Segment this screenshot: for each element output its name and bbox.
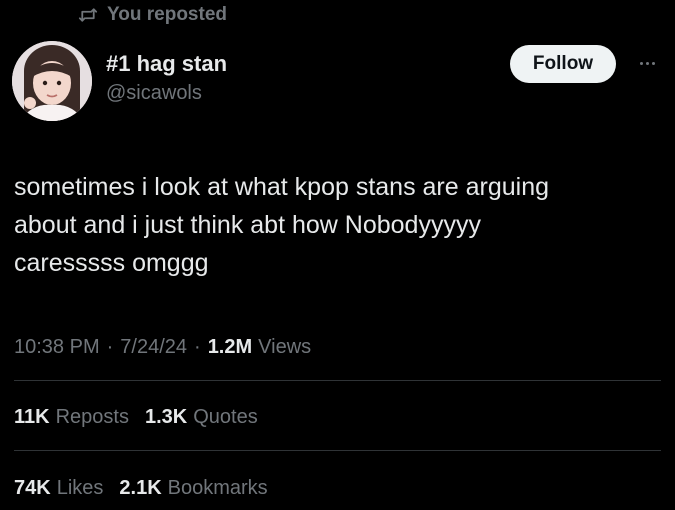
reposts-stat[interactable]: 11K Reposts bbox=[14, 406, 129, 429]
repost-label: You reposted bbox=[107, 4, 227, 25]
timestamp-date[interactable]: 7/24/24 bbox=[120, 336, 187, 359]
likes-label: Likes bbox=[56, 476, 104, 499]
engagement-stats-row: 11K Reposts 1.3K Quotes bbox=[14, 402, 258, 432]
bookmarks-stat[interactable]: 2.1K Bookmarks bbox=[119, 477, 267, 500]
avatar[interactable] bbox=[12, 41, 92, 121]
reposts-count: 11K bbox=[14, 405, 50, 428]
engagement-stats-row: 74K Likes 2.1K Bookmarks bbox=[14, 473, 268, 503]
more-options-icon[interactable] bbox=[634, 54, 660, 72]
views-label: Views bbox=[258, 335, 312, 358]
bookmarks-count: 2.1K bbox=[119, 476, 162, 499]
bookmarks-label: Bookmarks bbox=[167, 476, 268, 499]
reposts-label: Reposts bbox=[55, 405, 129, 428]
likes-stat[interactable]: 74K Likes bbox=[14, 477, 103, 500]
meta-separator: · bbox=[106, 335, 114, 358]
divider bbox=[14, 380, 661, 381]
display-name[interactable]: #1 hag stan bbox=[106, 50, 227, 78]
tweet-meta: 10:38 PM · 7/24/24 · 1.2M Views bbox=[14, 332, 311, 362]
repost-context[interactable]: You reposted bbox=[78, 2, 227, 28]
tweet-text: sometimes i look at what kpop stans are … bbox=[14, 173, 549, 277]
repost-icon bbox=[78, 6, 98, 24]
quotes-stat[interactable]: 1.3K Quotes bbox=[145, 406, 258, 429]
follow-button[interactable]: Follow bbox=[510, 45, 616, 83]
divider bbox=[14, 450, 661, 451]
quotes-count: 1.3K bbox=[144, 405, 188, 428]
username-handle[interactable]: @sicawols bbox=[106, 80, 227, 106]
views-count: 1.2M bbox=[207, 335, 253, 358]
quotes-label: Quotes bbox=[193, 405, 258, 428]
meta-separator: · bbox=[194, 335, 201, 358]
author-info: #1 hag stan @sicawols bbox=[106, 50, 227, 106]
timestamp-time[interactable]: 10:38 PM bbox=[14, 336, 100, 359]
likes-count: 74K bbox=[14, 476, 51, 499]
tweet-detail-view: You reposted #1 hag stan @sicawols Follo… bbox=[0, 0, 675, 510]
